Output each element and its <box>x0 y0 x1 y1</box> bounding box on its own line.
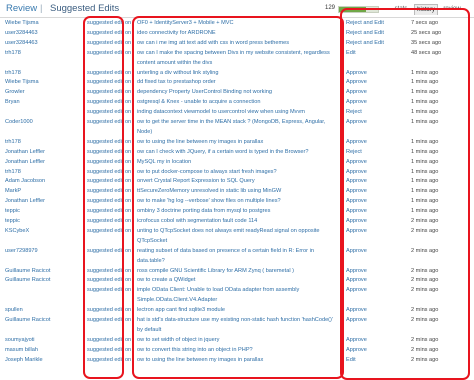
title-separator: | <box>40 3 43 14</box>
red-highlight-action-column <box>340 8 470 380</box>
row-user-link[interactable]: teppic <box>5 218 85 225</box>
review-link[interactable]: Review <box>6 3 37 14</box>
row-user-link[interactable]: Wiebe Tijsma <box>5 79 85 86</box>
row-user-link[interactable]: Bryan <box>5 99 85 106</box>
row-user-link[interactable]: Jonathan Leffler <box>5 159 85 166</box>
row-user-link[interactable]: masum billah <box>5 347 85 354</box>
row-user-link[interactable]: trh178 <box>5 169 85 176</box>
row-user-link[interactable]: MarkP <box>5 188 85 195</box>
row-user-link[interactable]: spullen <box>5 307 85 314</box>
row-user-link[interactable]: trh178 <box>5 139 85 146</box>
row-user-link[interactable]: soumyajyoti <box>5 337 85 344</box>
page-title[interactable]: Suggested Edits <box>50 3 119 14</box>
review-count: 129 <box>325 5 336 11</box>
red-highlight-title-column <box>132 16 344 379</box>
red-highlight-type-column <box>83 16 124 379</box>
row-user-link[interactable]: Guillaume Racicot <box>5 317 85 324</box>
row-user-link[interactable]: Wiebe Tijsma <box>5 20 85 27</box>
row-user-link[interactable]: Guillaume Racicot <box>5 268 85 275</box>
row-user-link[interactable]: Adam Jacobson <box>5 178 85 185</box>
row-user-link[interactable]: trh178 <box>5 70 85 77</box>
row-user-link[interactable]: Guillaume Racicot <box>5 277 85 284</box>
row-user-link[interactable]: trh178 <box>5 50 85 57</box>
row-user-link[interactable]: user3284463 <box>5 40 85 47</box>
row-user-link[interactable]: Growler <box>5 89 85 96</box>
row-user-link[interactable]: Coder1000 <box>5 119 85 126</box>
row-user-link[interactable]: Joseph Marikle <box>5 357 85 364</box>
row-user-link[interactable]: KSCybeX <box>5 228 85 235</box>
row-user-link[interactable]: user7298979 <box>5 248 85 255</box>
row-user-link[interactable]: teppic <box>5 208 85 215</box>
row-user-link[interactable]: Jonathan Leffler <box>5 198 85 205</box>
row-user-link[interactable]: user3284463 <box>5 30 85 37</box>
row-user-link[interactable]: Jonathan Leffler <box>5 149 85 156</box>
